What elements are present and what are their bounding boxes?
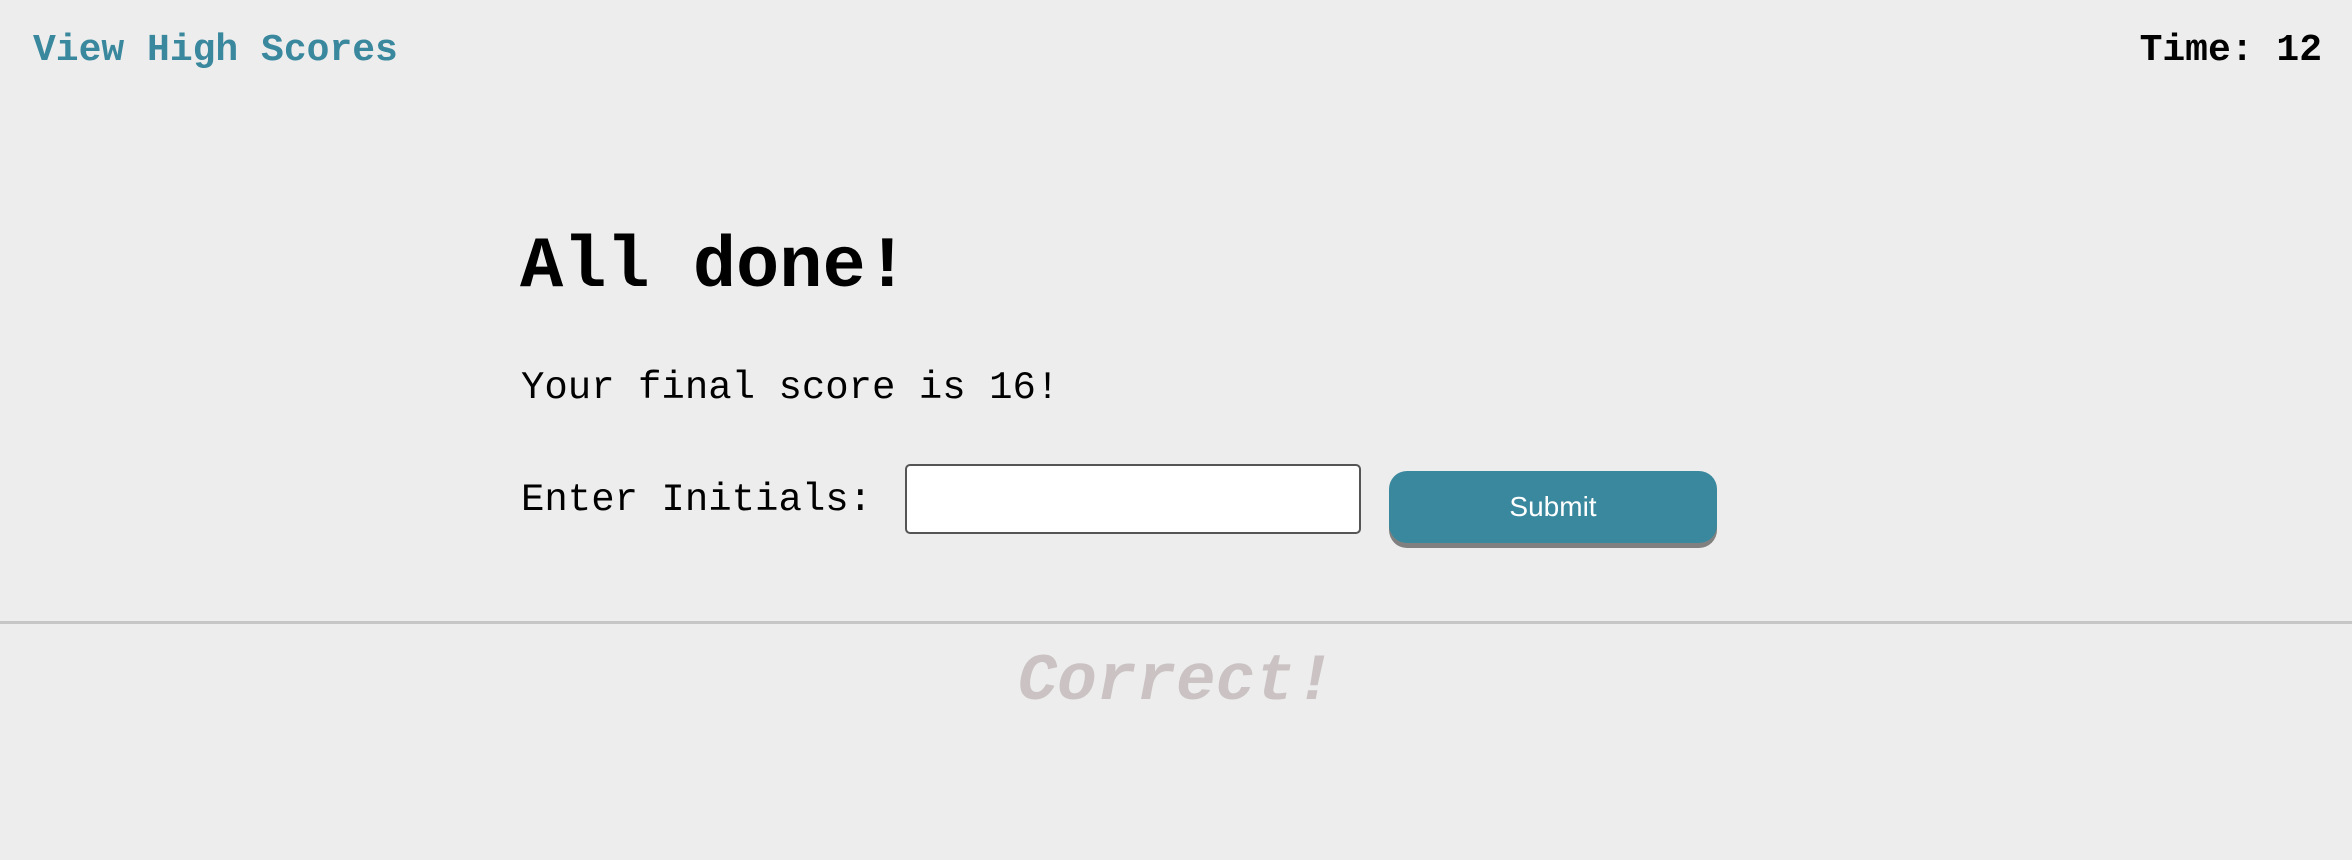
initials-label: Enter Initials: — [521, 478, 873, 522]
timer-label: Time: — [2139, 29, 2254, 72]
final-score-message: Your final score is 16! — [521, 366, 1060, 410]
divider — [0, 621, 2352, 624]
timer: Time: 12 — [2140, 24, 2322, 78]
submit-button[interactable]: Submit — [1389, 471, 1717, 543]
answer-feedback: Correct! — [1017, 644, 1335, 719]
timer-value: 12 — [2276, 29, 2322, 72]
initials-input[interactable] — [905, 464, 1361, 534]
view-high-scores-link[interactable]: View High Scores — [33, 24, 398, 78]
page-title: All done! — [520, 226, 909, 308]
